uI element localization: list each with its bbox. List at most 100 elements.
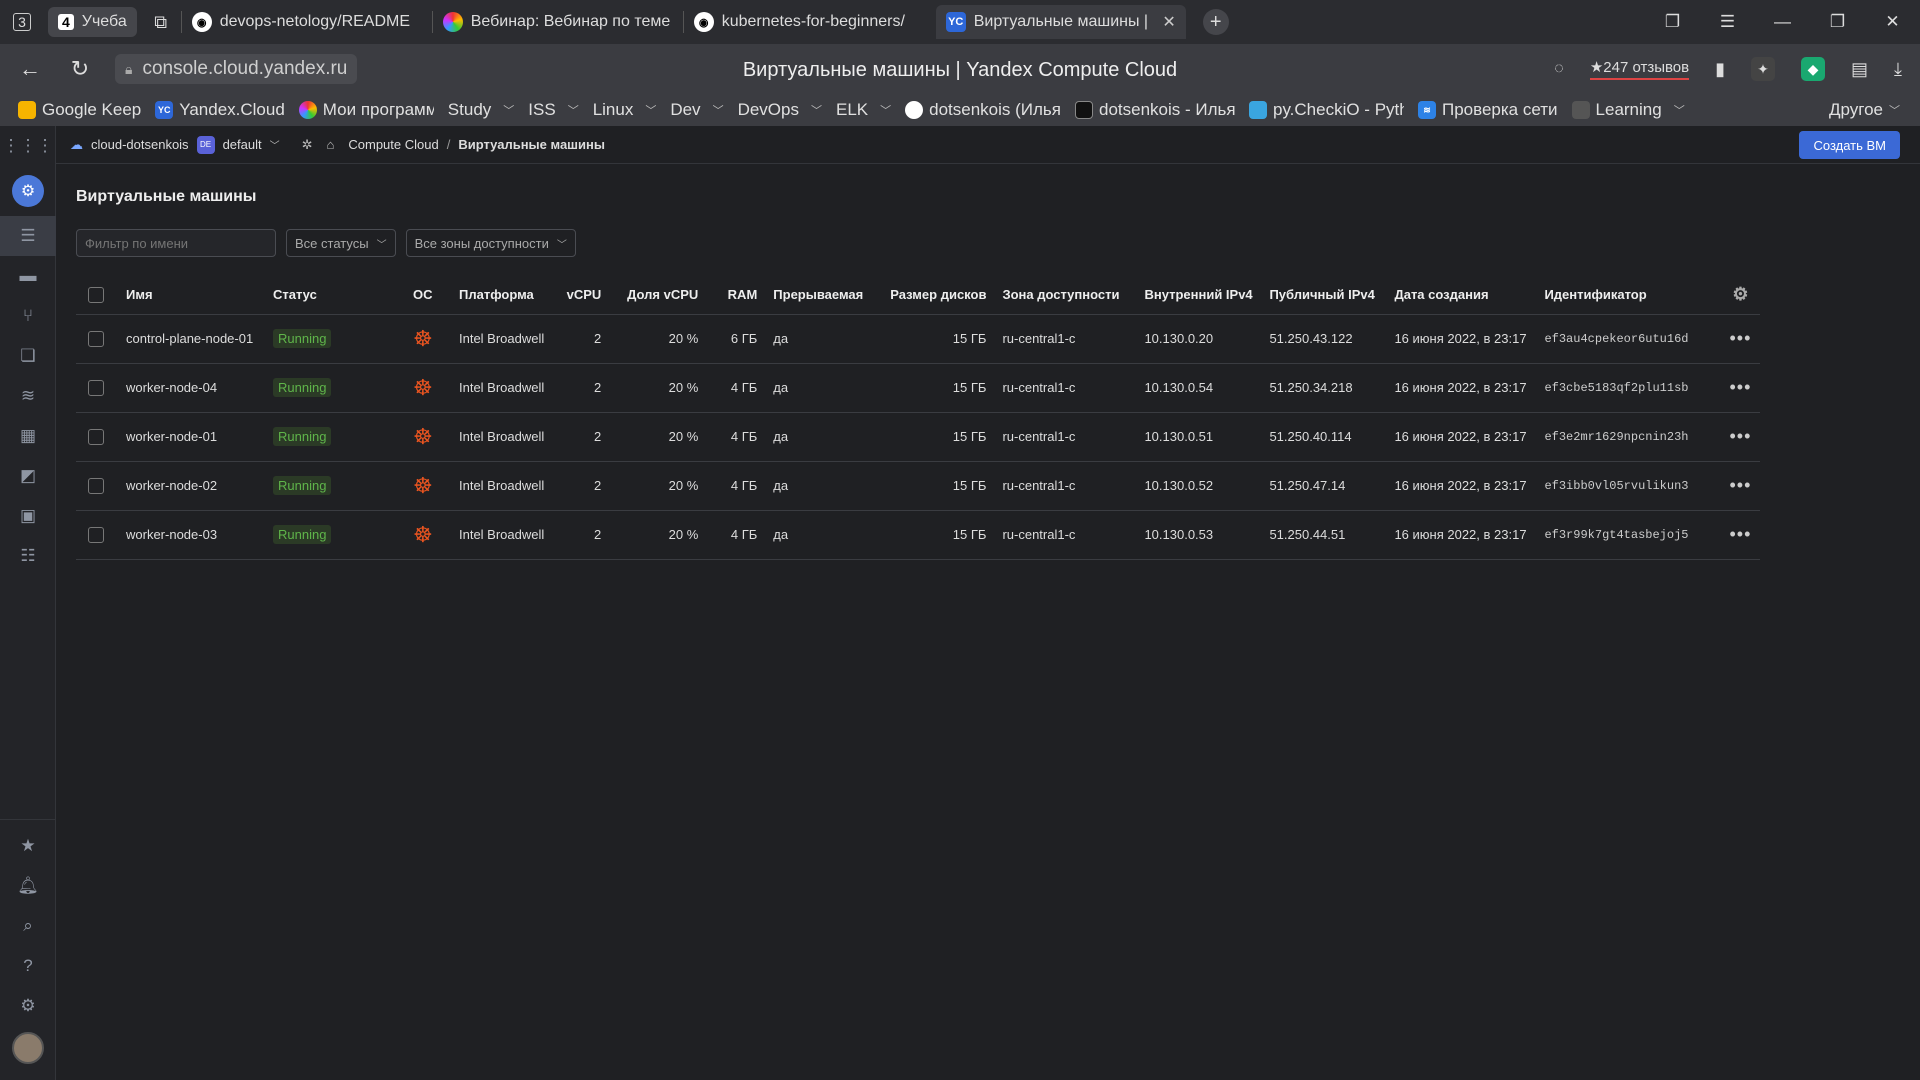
more-actions-icon[interactable]: ••• [1730, 475, 1752, 495]
vm-name[interactable]: worker-node-03 [118, 510, 265, 560]
settings-icon[interactable]: ⚙ [0, 986, 56, 1026]
avatar[interactable] [12, 1032, 44, 1064]
vm-name[interactable]: worker-node-02 [118, 461, 265, 511]
row-checkbox[interactable] [88, 428, 104, 445]
bookmark-folder-iss[interactable]: ISS ﹀ [528, 100, 578, 120]
restore-icon[interactable]: ❐ [1810, 12, 1865, 32]
col-disk-size[interactable]: Размер дисков [882, 276, 995, 315]
services-grid-icon[interactable]: ⋮⋮⋮ [0, 126, 56, 166]
tab-virtual-machines[interactable]: YC Виртуальные машины | ✕ [935, 5, 1186, 39]
vm-name[interactable]: control-plane-node-01 [118, 314, 265, 364]
minimize-icon[interactable]: — [1755, 12, 1810, 32]
col-status[interactable]: Статус [265, 276, 405, 315]
tab-manager-button[interactable]: 3 [0, 5, 44, 39]
gpu-icon[interactable]: ▣ [0, 496, 56, 536]
table-row[interactable]: worker-node-01 Running ☸ Intel Broadwell… [76, 412, 1761, 462]
extension-wrench-icon[interactable]: ✦ [1751, 57, 1776, 81]
bookmark-google-keep[interactable]: Google Keep [18, 100, 141, 120]
col-os[interactable]: ОС [405, 276, 451, 315]
col-ram[interactable]: RAM [706, 276, 766, 315]
bookmark-folder-study[interactable]: Study ﹀ [448, 100, 514, 120]
bookmark-dotsenkois[interactable]: dotsenkois - Илья [1074, 100, 1235, 120]
disks-icon[interactable]: ▬ [0, 256, 56, 296]
row-checkbox[interactable] [88, 526, 104, 543]
placement-groups-icon[interactable]: ≋ [0, 376, 56, 416]
collections-icon[interactable]: ❐ [1645, 12, 1700, 32]
bookmark-folder-devops[interactable]: DevOps ﹀ [738, 100, 822, 120]
close-window-icon[interactable]: ✕ [1865, 12, 1920, 32]
breadcrumb-cloud[interactable]: cloud-dotsenkois [91, 137, 189, 152]
chevron-down-icon[interactable]: ﹀ [270, 137, 280, 152]
col-public-ip[interactable]: Публичный IPv4 [1261, 276, 1387, 315]
bookmark-folder-elk[interactable]: ELK ﹀ [836, 100, 891, 120]
bookmark-yandex-cloud[interactable]: YC Yandex.Cloud [155, 100, 285, 120]
tab-kubernetes[interactable]: ◉ kubernetes-for-beginners/ [684, 5, 934, 39]
vm-name[interactable]: worker-node-04 [118, 363, 265, 413]
reviews-link[interactable]: ★247 отзывов [1589, 58, 1690, 80]
zone-select[interactable]: Все зоны доступности ﹀ [405, 229, 576, 257]
instance-groups-icon[interactable]: ▦ [0, 416, 56, 456]
help-icon[interactable]: ? [0, 946, 56, 986]
status-select[interactable]: Все статусы ﹀ [286, 229, 396, 257]
bookmark-folder-dev[interactable]: Dev ﹀ [670, 100, 723, 120]
row-checkbox[interactable] [88, 379, 104, 396]
url-field[interactable]: 🔒︎ console.cloud.yandex.ru [115, 54, 358, 84]
table-row[interactable]: worker-node-04 Running ☸ Intel Broadwell… [76, 363, 1761, 413]
table-row[interactable]: worker-node-02 Running ☸ Intel Broadwell… [76, 461, 1761, 511]
gear-icon[interactable]: ⚙ [1732, 284, 1748, 304]
network-icon[interactable]: ✲ [302, 137, 313, 153]
images-icon[interactable]: ❏ [0, 336, 56, 376]
chat-icon[interactable]: ◌ [1554, 60, 1564, 78]
breadcrumb-service[interactable]: Compute Cloud [348, 137, 438, 152]
new-tab-button[interactable]: + [1186, 5, 1246, 39]
extension-shield-icon[interactable]: ◆ [1801, 57, 1826, 81]
bookmark-my-programs[interactable]: Мои программы [298, 100, 434, 120]
col-platform[interactable]: Платформа [451, 276, 553, 315]
back-icon[interactable]: ← [5, 56, 55, 82]
more-actions-icon[interactable]: ••• [1730, 426, 1752, 446]
col-name[interactable]: Имя [118, 276, 265, 315]
snapshots-icon[interactable]: ⑂ [0, 296, 56, 336]
more-actions-icon[interactable]: ••• [1730, 377, 1752, 397]
bookmark-folder-learning[interactable]: Learning ﹀ [1571, 100, 1685, 120]
table-row[interactable]: worker-node-03 Running ☸ Intel Broadwell… [76, 510, 1761, 560]
home-icon[interactable]: ⌂ [327, 137, 335, 152]
download-icon[interactable]: ⤓ [1894, 59, 1902, 80]
bookmark-network-check[interactable]: ≋ Проверка сети [1417, 100, 1558, 120]
more-actions-icon[interactable]: ••• [1730, 328, 1752, 348]
notifications-icon[interactable]: 🔔︎ [0, 866, 56, 906]
breadcrumb-folder[interactable]: default [223, 137, 262, 152]
col-preemptible[interactable]: Прерываемая [765, 276, 883, 315]
col-vcpu[interactable]: vCPU [552, 276, 610, 315]
row-checkbox[interactable] [88, 330, 104, 347]
new-group-icon[interactable]: ⧉ [141, 5, 181, 39]
tab-group[interactable]: 4 Учеба [48, 7, 137, 37]
tab-webinar[interactable]: Вебинар: Вебинар по теме [433, 5, 683, 39]
search-icon[interactable]: ⌕ [0, 906, 56, 946]
bookmark-folder-other[interactable]: Другое ﹀ [1829, 94, 1900, 126]
col-internal-ip[interactable]: Внутренний IPv4 [1136, 276, 1262, 315]
star-icon[interactable]: ★ [0, 826, 56, 866]
reload-icon[interactable]: ↻ [55, 56, 105, 82]
bookmark-folder-linux[interactable]: Linux ﹀ [593, 100, 657, 120]
bookmark-icon[interactable]: ▮ [1715, 59, 1725, 80]
vm-list-icon[interactable]: ☰ [0, 216, 56, 256]
more-actions-icon[interactable]: ••• [1730, 524, 1752, 544]
table-row[interactable]: control-plane-node-01 Running ☸ Intel Br… [76, 314, 1761, 364]
col-zone[interactable]: Зона доступности [994, 276, 1137, 315]
col-created[interactable]: Дата создания [1386, 276, 1537, 315]
name-filter-input[interactable] [76, 229, 276, 257]
close-tab-icon[interactable]: ✕ [1162, 12, 1175, 32]
select-all-checkbox[interactable] [88, 287, 104, 304]
operations-icon[interactable]: ☷ [0, 536, 56, 576]
col-id[interactable]: Идентификатор [1536, 276, 1721, 315]
dedicated-hosts-icon[interactable]: ◩ [0, 456, 56, 496]
menu-icon[interactable]: ☰ [1700, 12, 1755, 32]
bookmark-github-dotsenkois[interactable]: dotsenkois (Илья [905, 100, 1061, 120]
vm-name[interactable]: worker-node-01 [118, 412, 265, 462]
create-vm-button[interactable]: Создать ВМ [1799, 131, 1900, 159]
col-vcpu-share[interactable]: Доля vCPU [609, 276, 707, 315]
bookmark-checkio[interactable]: py.CheckiO - Pyth [1248, 100, 1404, 120]
row-checkbox[interactable] [88, 477, 104, 494]
tab-devops-netology[interactable]: ◉ devops-netology/README [182, 5, 432, 39]
